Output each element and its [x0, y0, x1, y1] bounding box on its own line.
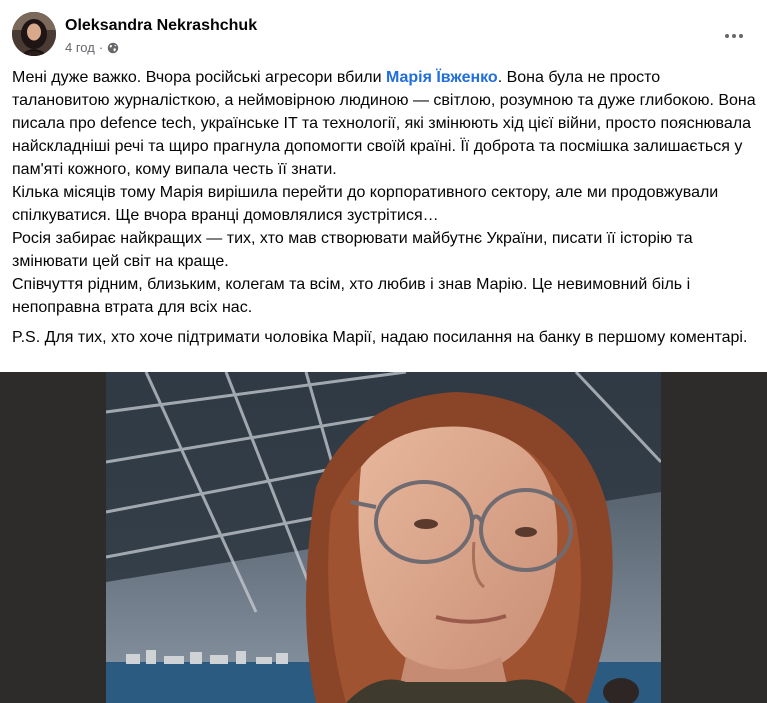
post-photo[interactable] [106, 372, 661, 703]
mention-link[interactable]: Марія Ївженко [386, 69, 498, 86]
post-paragraph-4: Співчуття рідним, близьким, колегам та в… [12, 276, 691, 316]
more-options-button[interactable] [716, 18, 752, 54]
author-avatar[interactable] [12, 12, 56, 56]
author-name[interactable]: Oleksandra Nekrashchuk [65, 16, 257, 36]
post-text: Мені дуже важко. Вчора російські агресор… [12, 66, 758, 349]
globe-icon[interactable] [107, 42, 119, 54]
post-paragraph-3: Росія забирає найкращих — тих, хто мав с… [12, 230, 693, 270]
text-before-mention: Мені дуже важко. Вчора російські агресор… [12, 69, 386, 86]
post-time[interactable]: 4 год [65, 40, 95, 56]
post-paragraph-ps: P.S. Для тих, хто хоче підтримати чолові… [12, 329, 748, 346]
post-meta: 4 год · [65, 40, 119, 56]
post-paragraph-1: Мені дуже важко. Вчора російські агресор… [12, 66, 758, 181]
profile-photo [12, 12, 56, 56]
meta-separator: · [98, 40, 104, 55]
more-options-icon [725, 34, 729, 38]
post-media[interactable] [0, 372, 767, 703]
post-header: Oleksandra Nekrashchuk 4 год · [0, 0, 767, 66]
portrait-photo [106, 372, 661, 703]
post-paragraph-2: Кілька місяців тому Марія вирішила перей… [12, 184, 719, 224]
facebook-post: Oleksandra Nekrashchuk 4 год · Мені дуже… [0, 0, 767, 703]
